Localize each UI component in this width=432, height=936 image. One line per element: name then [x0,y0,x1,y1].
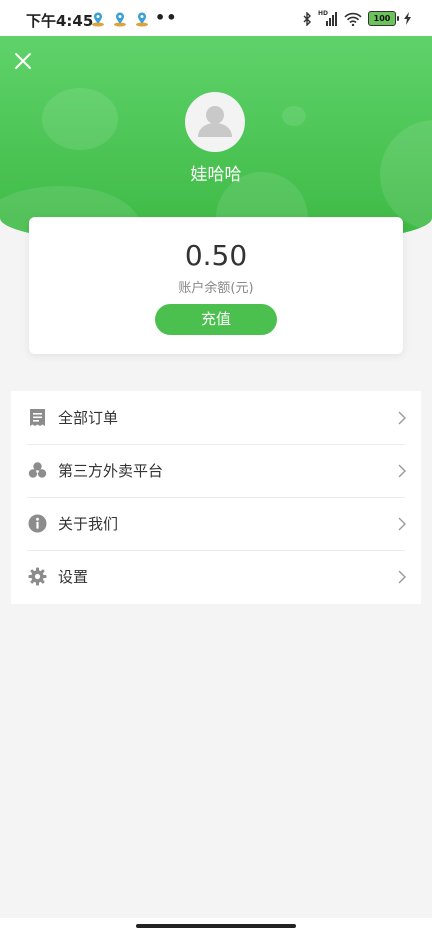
bluetooth-icon [303,11,311,26]
chevron-right-icon [398,411,406,425]
menu-item-label: 第三方外卖平台 [58,462,164,480]
balance-value: 0.50 [184,239,248,272]
gear-icon [28,567,47,586]
signal-icon: HD [318,10,338,26]
balance-card: 0.50 账户余额(元) 充值 [29,217,403,354]
notification-icons [90,11,150,27]
status-time: 下午4:45 [26,12,94,30]
map-pin-icon [114,12,126,27]
wifi-icon [344,12,362,26]
user-icon [198,106,232,137]
charging-icon [404,12,411,25]
menu-list: 全部订单 第三方外卖平台 关于我们 设置 [11,391,421,604]
recharge-button[interactable]: 充值 [155,304,277,335]
chevron-right-icon [398,570,406,584]
receipt-icon [30,409,45,426]
chevron-right-icon [398,464,406,478]
decor-bubble [282,106,306,126]
battery-icon: 100 [368,11,399,26]
map-pin-icon [92,12,104,27]
menu-item-all-orders[interactable]: 全部订单 [11,391,421,444]
decor-bubble [42,88,118,150]
menu-item-label: 设置 [58,568,89,586]
close-icon[interactable] [12,50,34,72]
menu-item-settings[interactable]: 设置 [11,550,421,603]
avatar[interactable] [185,92,245,152]
chevron-right-icon [398,517,406,531]
menu-item-third-party-delivery[interactable]: 第三方外卖平台 [11,444,421,497]
system-status: HD 100 [303,10,412,26]
status-bar: 下午4:45 •• HD 100 [0,0,432,36]
menu-item-about-us[interactable]: 关于我们 [11,497,421,550]
info-icon [28,514,47,533]
home-indicator[interactable] [136,924,296,928]
map-pin-icon [136,12,148,27]
menu-item-label: 全部订单 [58,409,119,427]
balance-label: 账户余额(元) [178,281,254,296]
clover-icon [28,462,47,478]
more-notifications-icon: •• [155,8,178,27]
username: 娃哈哈 [190,165,242,185]
menu-item-label: 关于我们 [58,515,119,533]
